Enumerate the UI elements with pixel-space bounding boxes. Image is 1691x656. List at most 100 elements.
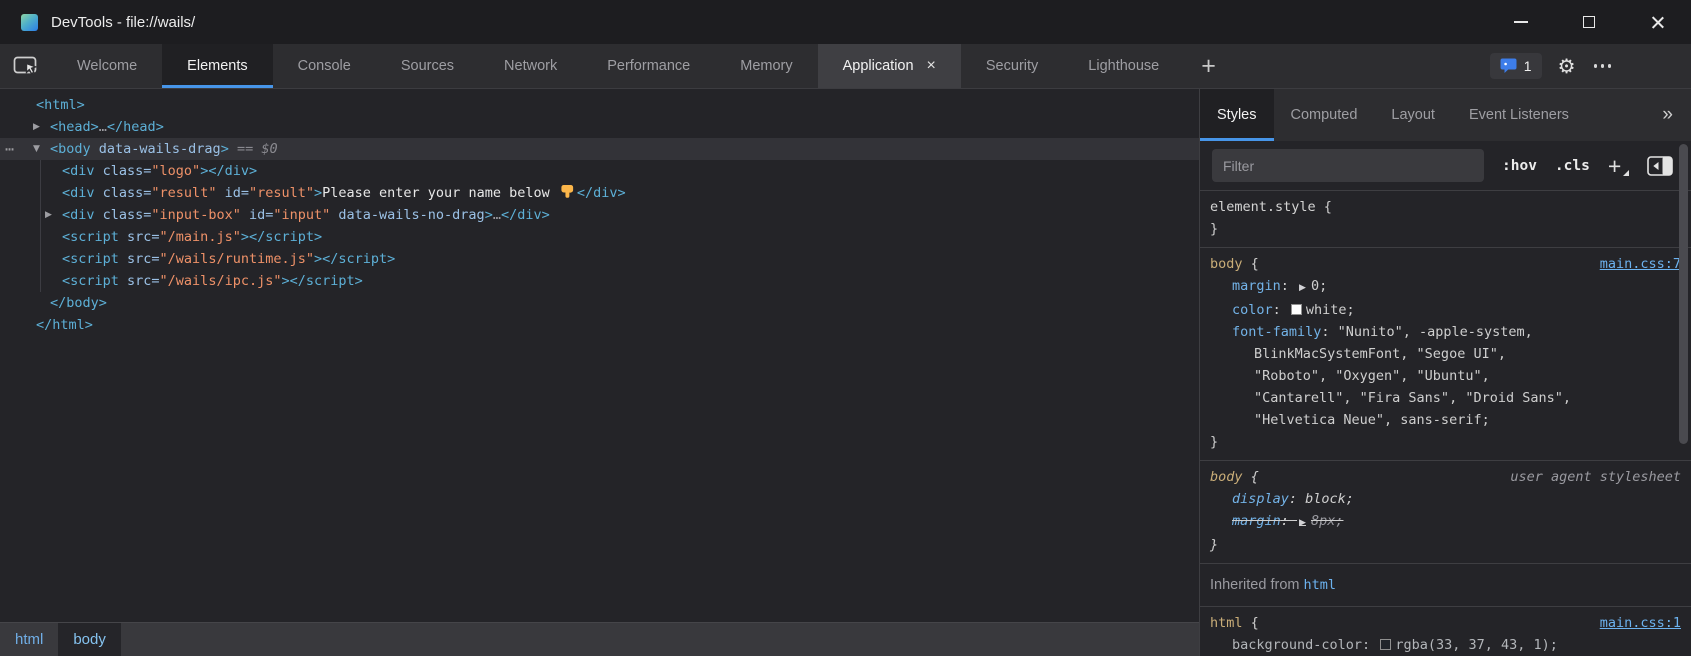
add-tab-button[interactable]: +	[1184, 44, 1233, 88]
css-declaration[interactable]: margin: ▶8px;	[1210, 510, 1681, 534]
expand-node-icon[interactable]: ▶	[45, 204, 52, 226]
expand-node-icon[interactable]: ▶	[33, 116, 40, 138]
code-segment-txt: Please enter your name below	[322, 185, 558, 201]
css-rules: element.style {}body {main.css:7margin: …	[1200, 191, 1691, 656]
styles-filter-input[interactable]	[1212, 149, 1484, 182]
css-property-name: margin	[1232, 278, 1281, 294]
close-button[interactable]	[1623, 0, 1691, 44]
customize-menu-button[interactable]	[1592, 58, 1614, 74]
dom-tree-row[interactable]: ▶<div class="input-box" id="input" data-…	[0, 204, 1199, 226]
collapse-node-icon[interactable]: ▼	[33, 138, 40, 160]
breadcrumb-item-body[interactable]: body	[58, 623, 121, 656]
rule-selector[interactable]: element.style	[1210, 196, 1316, 218]
css-property-value: "Nunito", -apple-system,	[1338, 324, 1533, 340]
node-overlay-hint-icon: ⋯	[5, 138, 14, 160]
code-segment-attr: class=	[95, 185, 152, 201]
close-tab-icon[interactable]: ×	[927, 57, 936, 75]
dom-tree-row[interactable]: <html>	[0, 94, 1199, 116]
open-brace: {	[1243, 612, 1259, 634]
dom-tree-row[interactable]: <div class="logo"></div>	[0, 160, 1199, 182]
css-property-name: color	[1232, 302, 1273, 318]
code-segment-tag: <div	[62, 163, 95, 179]
tab-elements[interactable]: Elements	[162, 44, 272, 88]
window-title: DevTools - file://wails/	[51, 14, 195, 31]
inherited-from-label: Inherited from	[1210, 577, 1304, 593]
tab-network[interactable]: Network	[479, 44, 582, 88]
css-rule: body {user agent stylesheetdisplay: bloc…	[1200, 461, 1691, 564]
window-controls	[1487, 0, 1691, 44]
maximize-button[interactable]	[1555, 0, 1623, 44]
styles-filter-bar: :hov .cls +	[1200, 141, 1691, 191]
settings-gear-icon[interactable]: ⚙	[1558, 54, 1576, 78]
tab-performance[interactable]: Performance	[582, 44, 715, 88]
css-declaration[interactable]: font-family: "Nunito", -apple-system,	[1210, 321, 1681, 343]
tab-memory[interactable]: Memory	[715, 44, 817, 88]
code-segment-tag: >	[485, 207, 493, 223]
stylesheet-source-link[interactable]: main.css:7	[1600, 253, 1681, 275]
styles-tabs: StylesComputedLayoutEvent Listeners »	[1200, 89, 1691, 141]
rule-selector[interactable]: body	[1210, 466, 1243, 488]
color-swatch[interactable]	[1291, 304, 1302, 315]
tab-sources[interactable]: Sources	[376, 44, 479, 88]
dom-tree-row[interactable]: <div class="result" id="result">Please e…	[0, 182, 1199, 204]
tab-console[interactable]: Console	[273, 44, 376, 88]
dom-tree-row[interactable]: <script src="/main.js"></script>	[0, 226, 1199, 248]
stylesheet-source-link[interactable]: main.css:1	[1600, 612, 1681, 634]
window-titlebar: DevTools - file://wails/	[0, 0, 1691, 44]
tab-security[interactable]: Security	[961, 44, 1063, 88]
styles-tab-styles[interactable]: Styles	[1200, 89, 1274, 141]
rule-selector[interactable]: body	[1210, 253, 1243, 275]
new-style-rule-button[interactable]: +	[1608, 156, 1629, 176]
indent-guide-line	[40, 160, 41, 292]
expand-shorthand-icon[interactable]: ▶	[1299, 283, 1306, 293]
rule-selector[interactable]: html	[1210, 612, 1243, 634]
computed-styles-sidebar-toggle[interactable]	[1647, 156, 1673, 176]
issues-counter-button[interactable]: 1	[1490, 53, 1542, 79]
css-declaration[interactable]: background-color: rgba(33, 37, 43, 1);	[1210, 634, 1681, 656]
code-segment-tag: <head>	[50, 119, 99, 135]
css-declaration[interactable]: display: block;	[1210, 488, 1681, 510]
open-brace: {	[1316, 196, 1332, 218]
element-classes-toggle[interactable]: .cls	[1555, 158, 1590, 174]
expand-shorthand-icon[interactable]: ▶	[1299, 518, 1306, 528]
dom-tree-row[interactable]: <script src="/wails/runtime.js"></script…	[0, 248, 1199, 270]
dom-tree-row[interactable]: <script src="/wails/ipc.js"></script>	[0, 270, 1199, 292]
styles-scrollbar-thumb[interactable]	[1679, 144, 1688, 444]
dom-tree-row[interactable]: </body>	[0, 292, 1199, 314]
code-segment-val: "logo"	[151, 163, 200, 179]
inherited-target-link[interactable]: html	[1304, 577, 1337, 593]
code-segment-gray: …	[99, 119, 107, 135]
css-rule: body {main.css:7margin: ▶0;color: white;…	[1200, 248, 1691, 461]
code-segment-val: "result"	[249, 185, 314, 201]
styles-tab-layout[interactable]: Layout	[1374, 89, 1452, 141]
tab-label: Lighthouse	[1088, 58, 1159, 74]
code-segment-tag: </head>	[107, 119, 164, 135]
css-value-wrap-line: "Helvetica Neue", sans-serif;	[1210, 409, 1681, 431]
dom-tree-row[interactable]: ⋯▼<body data-wails-drag> == $0	[0, 138, 1199, 160]
code-segment-tag: <script	[62, 273, 119, 289]
styles-tab-event-listeners[interactable]: Event Listeners	[1452, 89, 1586, 141]
styles-tab-computed[interactable]: Computed	[1274, 89, 1375, 141]
code-segment-tag: <div	[62, 207, 95, 223]
maximize-icon	[1583, 16, 1595, 28]
css-property-value: 0;	[1311, 278, 1327, 294]
color-swatch[interactable]	[1380, 639, 1391, 650]
css-property-value: "Helvetica Neue", sans-serif;	[1254, 412, 1490, 428]
css-property-value: 8px;	[1311, 513, 1344, 529]
breadcrumb-item-html[interactable]: html	[0, 623, 58, 656]
minimize-button[interactable]	[1487, 0, 1555, 44]
tab-lighthouse[interactable]: Lighthouse	[1063, 44, 1184, 88]
css-colon: :	[1362, 637, 1378, 653]
more-tabs-button[interactable]: »	[1644, 89, 1691, 141]
pseudo-state-toggle[interactable]: :hov	[1502, 158, 1537, 174]
inspect-element-button[interactable]	[0, 44, 52, 88]
css-declaration[interactable]: margin: ▶0;	[1210, 275, 1681, 299]
code-segment-tag: ></script>	[314, 251, 395, 267]
tab-welcome[interactable]: Welcome	[52, 44, 162, 88]
dom-tree-row[interactable]: </html>	[0, 314, 1199, 336]
dom-tree-row[interactable]: ▶ <head>…</head>	[0, 116, 1199, 138]
tab-application[interactable]: Application×	[818, 44, 961, 88]
code-segment-tag: ></script>	[281, 273, 362, 289]
css-declaration[interactable]: color: white;	[1210, 299, 1681, 321]
rule-header: html { main.css:1	[1210, 612, 1681, 634]
